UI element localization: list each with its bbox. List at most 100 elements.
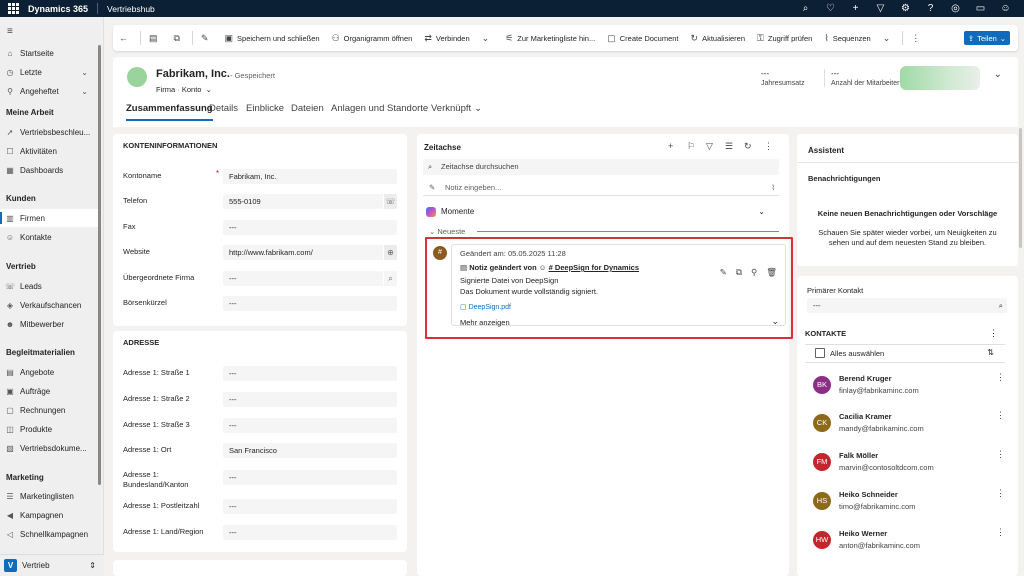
street3-field[interactable]: --- [223, 418, 397, 433]
contact-card[interactable]: HS Heiko Schneider timo@fabrikaminc.com … [809, 488, 1005, 522]
contact-card[interactable]: HW Heiko Werner anton@fabrikaminc.com ⋮ [809, 527, 1005, 561]
plus-icon[interactable]: + [668, 141, 673, 151]
street1-field[interactable]: --- [223, 366, 397, 381]
city-field[interactable]: San Francisco [223, 443, 397, 458]
website-field[interactable]: http://www.fabrikam.com/ ⊕ [223, 245, 397, 260]
nav-item-invoices[interactable]: ▢ Rechnungen [0, 401, 100, 419]
filter-icon[interactable]: ▽ [706, 141, 713, 152]
sequences-button[interactable]: ⌇ Sequenzen [818, 25, 876, 51]
postal-code-field[interactable]: --- [223, 499, 397, 514]
phone-icon[interactable]: ☏ [383, 194, 397, 209]
check-access-button[interactable]: ⚿ Zugriff prüfen [751, 25, 818, 51]
state-field[interactable]: --- [223, 470, 397, 485]
add-to-marketing-list-button[interactable]: ⚟ Zur Marketingliste hin... [499, 25, 601, 51]
nav-item-sales-accelerator[interactable]: ➚ Vertriebsbeschleu... [0, 123, 100, 141]
nav-item-quotes[interactable]: ▤ Angebote [0, 363, 100, 381]
chat-icon[interactable]: ▭ [968, 0, 993, 17]
copilot-icon[interactable]: ◎ [943, 0, 968, 17]
settings-icon[interactable]: ⚙ [893, 0, 918, 17]
lightbulb-icon[interactable]: ♡ [818, 0, 843, 17]
search-icon[interactable]: ⌕ [383, 271, 397, 286]
sequences-dropdown[interactable]: ⌄ [877, 25, 901, 51]
help-icon[interactable]: ? [918, 0, 943, 17]
tab-files[interactable]: Dateien [291, 103, 324, 114]
note-input[interactable]: ✎ Notiz eingeben... ⌇ [423, 180, 779, 196]
select-all-checkbox[interactable] [815, 348, 825, 358]
edit-button[interactable]: ✎ [195, 25, 219, 51]
parent-account-field[interactable]: --- ⌕ [223, 271, 397, 286]
more-icon[interactable]: ⋮ [764, 141, 773, 152]
area-switcher[interactable]: V Vertrieb ⇕ [0, 554, 104, 576]
account-name-field[interactable]: Fabrikam, Inc. [223, 169, 397, 184]
nav-scrollbar[interactable] [98, 45, 101, 485]
user-icon[interactable]: ☺ [993, 0, 1018, 17]
nav-item-home[interactable]: ⌂ Startseite [0, 44, 100, 62]
nav-item-quick-campaigns[interactable]: ◁ Schnellkampagnen [0, 525, 100, 543]
app-name[interactable]: Dynamics 365 [28, 4, 88, 14]
nav-item-activities[interactable]: ☐ Aktivitäten [0, 142, 100, 160]
tab-insights[interactable]: Einblicke [246, 103, 284, 114]
show-more-button[interactable]: Mehr anzeigen [460, 318, 510, 327]
globe-icon[interactable]: ⊕ [383, 245, 397, 260]
nav-item-products[interactable]: ◫ Produkte [0, 420, 100, 438]
new-window-button[interactable]: ⧉ [168, 25, 190, 51]
nav-item-marketing-lists[interactable]: ☰ Marketinglisten [0, 487, 100, 505]
plus-icon[interactable]: + [843, 0, 868, 17]
hub-name[interactable]: Vertriebshub [107, 4, 155, 14]
filter-icon[interactable]: ▽ [868, 0, 893, 17]
nav-item-pinned[interactable]: ⚲ Angeheftet ⌄ [0, 82, 100, 100]
org-chart-button[interactable]: ⚇ Organigramm öffnen [326, 25, 419, 51]
attachment-link[interactable]: ▢ DeepSign.pdf [460, 303, 511, 311]
ticker-field[interactable]: --- [223, 296, 397, 311]
tab-related[interactable]: Verknüpft ⌄ [431, 103, 482, 114]
more-icon[interactable]: ⋮ [996, 527, 1005, 538]
hamburger-icon[interactable]: ≡ [7, 26, 13, 37]
contact-card[interactable]: BK Berend Kruger finlay@fabrikaminc.com … [809, 372, 1005, 406]
page-scrollbar[interactable] [1019, 128, 1022, 248]
nav-item-campaigns[interactable]: ◀ Kampagnen [0, 506, 100, 524]
nav-item-sales-documents[interactable]: ▧ Vertriebsdokume... [0, 439, 100, 457]
more-icon[interactable]: ⋮ [996, 488, 1005, 499]
search-icon[interactable]: ⌕ [793, 0, 818, 17]
country-field[interactable]: --- [223, 525, 397, 540]
save-close-button[interactable]: ▣ Speichern und schließen [219, 25, 326, 51]
timeline-search-input[interactable]: ⌕ Zeitachse durchsuchen [423, 159, 779, 175]
contact-card[interactable]: CK Cacilia Kramer mandy@fabrikaminc.com … [809, 410, 1005, 444]
record-set-button[interactable]: ▤ [143, 25, 168, 51]
author-link[interactable]: # DeepSign for Dynamics [549, 263, 639, 272]
more-commands-button[interactable]: ⋮ [905, 25, 930, 51]
copy-icon[interactable]: ⧉ [736, 267, 742, 278]
paperclip-icon[interactable]: ⌇ [771, 180, 775, 196]
search-icon[interactable]: ⌕ [999, 298, 1003, 313]
back-button[interactable]: ← [113, 25, 138, 51]
sort-icon[interactable]: ⇅ [987, 348, 994, 357]
more-icon[interactable]: ⋮ [996, 410, 1005, 421]
nav-item-competitors[interactable]: ☻ Mitbewerber [0, 315, 100, 333]
entity-form-selector[interactable]: Firma · Konto ⌄ [156, 85, 212, 94]
edit-icon[interactable]: ✎ [720, 267, 727, 278]
primary-contact-field[interactable]: --- ⌕ [807, 298, 1007, 313]
note-card[interactable]: Geändert am: 05.05.2025 11:28 ▤ Notiz ge… [451, 244, 786, 327]
nav-item-recent[interactable]: ◷ Letzte ⌄ [0, 63, 100, 81]
fax-field[interactable]: --- [223, 220, 397, 235]
moments-row[interactable]: Momente ⌄ [423, 204, 779, 220]
more-icon[interactable]: ⋮ [996, 372, 1005, 383]
nav-item-leads[interactable]: ☏ Leads [0, 277, 100, 295]
more-icon[interactable]: ⋮ [989, 328, 998, 339]
nav-item-accounts[interactable]: ▥ Firmen [0, 209, 100, 227]
bookmark-icon[interactable]: ⚐ [687, 141, 695, 152]
create-document-button[interactable]: ▢ Create Document [601, 25, 684, 51]
pin-icon[interactable]: ⚲ [751, 267, 757, 278]
tab-summary[interactable]: Zusammenfassung [126, 103, 213, 121]
refresh-icon[interactable]: ↻ [744, 141, 752, 152]
share-button[interactable]: ⇪ Teilen ⌄ [964, 31, 1010, 45]
street2-field[interactable]: --- [223, 392, 397, 407]
nav-item-dashboards[interactable]: ▦ Dashboards [0, 161, 100, 179]
more-icon[interactable]: ⋮ [996, 449, 1005, 460]
app-launcher-icon[interactable] [8, 3, 19, 14]
tab-assets-locations[interactable]: Anlagen und Standorte [331, 103, 428, 114]
nav-item-opportunities[interactable]: ◈ Verkaufschancen [0, 296, 100, 314]
connect-dropdown[interactable]: ⌄ [476, 25, 500, 51]
nav-item-orders[interactable]: ▣ Aufträge [0, 382, 100, 400]
nav-item-contacts[interactable]: ☺ Kontakte [0, 228, 100, 246]
